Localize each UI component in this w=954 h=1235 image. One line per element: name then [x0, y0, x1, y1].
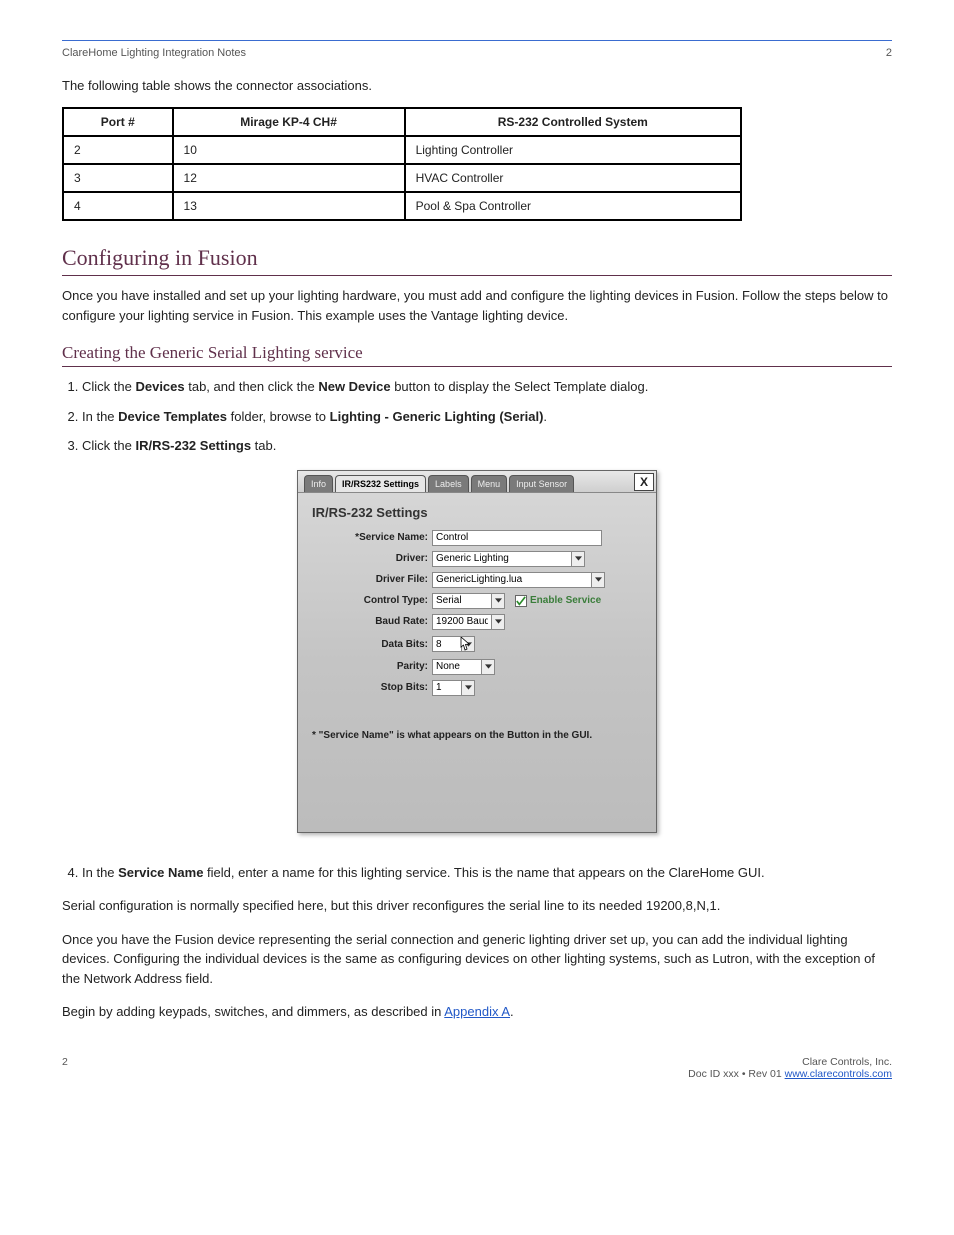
table-cell: 4	[63, 192, 173, 220]
form-row: Driver File:	[312, 572, 642, 588]
serial-note: Serial configuration is normally specifi…	[62, 896, 892, 916]
subsection-title: Creating the Generic Serial Lighting ser…	[62, 343, 892, 367]
tab-labels[interactable]: Labels	[428, 475, 469, 492]
appendix-link[interactable]: Appendix A	[444, 1004, 510, 1019]
page-footer: 2 Clare Controls, Inc. Doc ID xxx • Rev …	[62, 1048, 892, 1080]
table-cell: 2	[63, 136, 173, 164]
dropdown-button[interactable]	[571, 551, 585, 567]
settings-dialog: X InfoIR/RS232 SettingsLabelsMenuInput S…	[297, 470, 657, 833]
tab-menu[interactable]: Menu	[471, 475, 508, 492]
check-icon	[515, 595, 527, 607]
form-label: *Service Name:	[312, 532, 432, 543]
form-row: Control Type: Enable Service	[312, 593, 642, 609]
dropdown-button[interactable]	[461, 680, 475, 696]
form-label: Data Bits:	[312, 639, 432, 650]
dialog-footnote: * "Service Name" is what appears on the …	[312, 730, 642, 741]
footer-link[interactable]: www.clarecontrols.com	[785, 1068, 892, 1080]
dropdown-button[interactable]	[491, 593, 505, 609]
table-cell: 3	[63, 164, 173, 192]
footer-rev: Doc ID xxx • Rev 01	[688, 1068, 784, 1080]
table-cell: 13	[173, 192, 405, 220]
form-input[interactable]	[432, 659, 482, 675]
footer-company: Clare Controls, Inc.	[688, 1056, 892, 1068]
form-input[interactable]	[432, 680, 462, 696]
form-row: Driver:	[312, 551, 642, 567]
doc-title: ClareHome Lighting Integration Notes	[62, 47, 246, 59]
table-cell: 10	[173, 136, 405, 164]
form-label: Driver:	[312, 553, 432, 564]
form-label: Stop Bits:	[312, 682, 432, 693]
form-row: Baud Rate:	[312, 614, 642, 630]
dialog-title: IR/RS-232 Settings	[312, 505, 642, 520]
list-item: Click the IR/RS-232 Settings tab.	[82, 436, 892, 456]
list-item: In the Device Templates folder, browse t…	[82, 407, 892, 427]
footer-page: 2	[62, 1056, 68, 1080]
enable-service-label: Enable Service	[530, 595, 601, 606]
form-row: Stop Bits:	[312, 680, 642, 696]
enable-service-checkbox[interactable]: Enable Service	[515, 595, 601, 607]
close-button[interactable]: X	[634, 473, 654, 491]
intro-text: The following table shows the connector …	[62, 77, 892, 95]
form-input[interactable]	[432, 593, 492, 609]
post-para-2: Begin by adding keypads, switches, and d…	[62, 1002, 892, 1022]
table-header: RS-232 Controlled System	[405, 108, 741, 136]
table-header: Mirage KP-4 CH#	[173, 108, 405, 136]
post-para-1: Once you have the Fusion device represen…	[62, 930, 892, 989]
section-intro: Once you have installed and set up your …	[62, 286, 892, 325]
form-row: Data Bits:	[312, 635, 642, 654]
steps-list: Click the Devices tab, and then click th…	[82, 377, 892, 456]
dropdown-button[interactable]	[481, 659, 495, 675]
table-cell: Lighting Controller	[405, 136, 741, 164]
page-number-top: 2	[886, 47, 892, 59]
form-row: Parity:	[312, 659, 642, 675]
table-cell: HVAC Controller	[405, 164, 741, 192]
table-row: 413Pool & Spa Controller	[63, 192, 741, 220]
table-cell: 12	[173, 164, 405, 192]
table-header: Port #	[63, 108, 173, 136]
form-label: Control Type:	[312, 595, 432, 606]
table-row: 312HVAC Controller	[63, 164, 741, 192]
form-input[interactable]	[432, 572, 592, 588]
table-cell: Pool & Spa Controller	[405, 192, 741, 220]
form-input[interactable]	[432, 551, 572, 567]
tab-ir-rs232-settings[interactable]: IR/RS232 Settings	[335, 475, 426, 492]
tab-input-sensor[interactable]: Input Sensor	[509, 475, 574, 492]
dropdown-button[interactable]	[591, 572, 605, 588]
section-title: Configuring in Fusion	[62, 245, 892, 276]
tab-info[interactable]: Info	[304, 475, 333, 492]
step-4: In the Service Name field, enter a name …	[82, 863, 892, 883]
form-label: Baud Rate:	[312, 616, 432, 627]
form-row: *Service Name:	[312, 530, 642, 546]
steps-list-cont: In the Service Name field, enter a name …	[82, 863, 892, 883]
form-input[interactable]	[432, 530, 602, 546]
dropdown-button[interactable]	[491, 614, 505, 630]
cursor-icon	[457, 637, 471, 656]
table-row: 210Lighting Controller	[63, 136, 741, 164]
connector-table: Port #Mirage KP-4 CH#RS-232 Controlled S…	[62, 107, 742, 221]
form-label: Driver File:	[312, 574, 432, 585]
form-label: Parity:	[312, 661, 432, 672]
list-item: Click the Devices tab, and then click th…	[82, 377, 892, 397]
form-input[interactable]	[432, 614, 492, 630]
